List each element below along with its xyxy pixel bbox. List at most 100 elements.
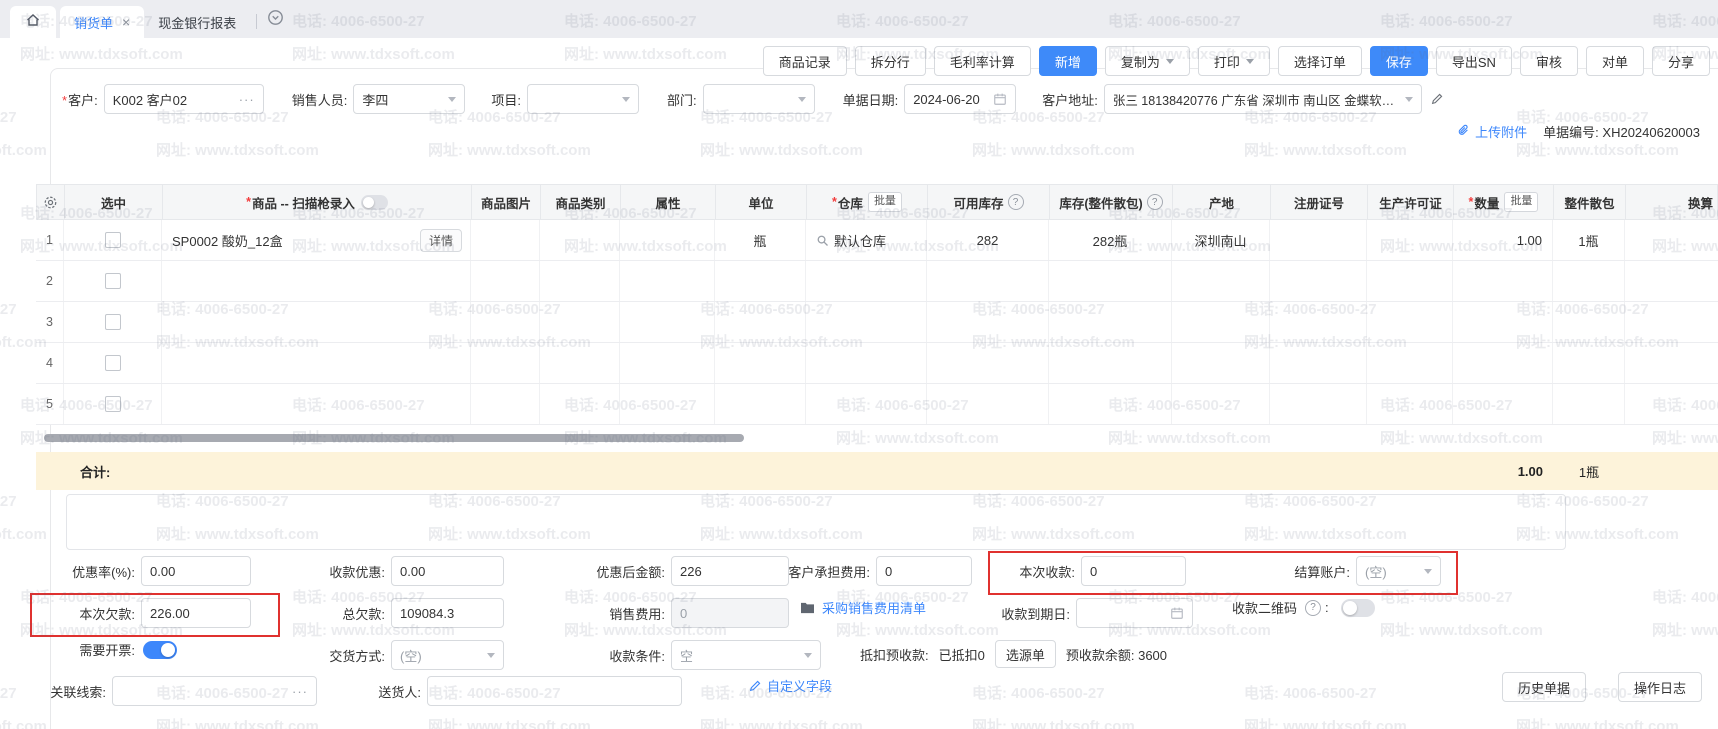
total-label: 合计:	[64, 462, 162, 481]
toolbar-button-11[interactable]: 分享	[1652, 46, 1710, 76]
ellipsis-picker-icon[interactable]: ···	[233, 92, 255, 107]
customer-input[interactable]: K002 客户02 ···	[104, 84, 264, 114]
pencil-icon	[748, 679, 762, 693]
delivery-select[interactable]: (空)	[391, 640, 504, 670]
calendar-icon[interactable]	[993, 92, 1007, 106]
close-icon[interactable]: ×	[122, 15, 130, 29]
horizontal-scrollbar[interactable]	[44, 434, 744, 442]
toolbar-button-10[interactable]: 对单	[1586, 46, 1644, 76]
collect-terms-select[interactable]: 空	[671, 640, 821, 670]
required-mark: *	[832, 195, 837, 209]
bill-date-label: 单据日期:	[843, 90, 899, 109]
collect-discount-field: 收款优惠: 0.00	[285, 556, 504, 586]
scan-gun-toggle[interactable]	[361, 195, 388, 210]
row-checkbox[interactable]	[105, 355, 121, 371]
collect-due-input[interactable]	[1076, 598, 1193, 628]
cell-conv	[1625, 261, 1718, 301]
cell-check	[64, 220, 162, 260]
gear-icon[interactable]	[43, 195, 58, 210]
after-discount-label: 优惠后金额:	[545, 562, 665, 581]
cell-qty	[1453, 343, 1553, 383]
footer-row-3: 需要开票: 交货方式: (空) 收款条件: 空 抵扣预收款: 已抵扣0 选源单 …	[0, 640, 1718, 672]
discount-rate-label: 优惠率(%):	[30, 562, 135, 581]
help-icon[interactable]: ?	[1008, 194, 1024, 210]
collect-terms-field: 收款条件: 空	[545, 640, 821, 670]
folder-icon[interactable]	[800, 601, 815, 614]
footer-row-1: 优惠率(%): 0.00 收款优惠: 0.00 优惠后金额: 226 客户承担费…	[0, 556, 1718, 588]
cell-origin	[1172, 384, 1270, 424]
cell-pack: 1瓶	[1553, 220, 1625, 260]
toolbar-button-7[interactable]: 保存	[1370, 46, 1428, 76]
need-invoice-field: 需要开票:	[30, 640, 177, 659]
salesperson-select[interactable]: 李四	[353, 84, 465, 114]
colon: :	[1325, 600, 1329, 615]
toolbar-button-4[interactable]: 复制为	[1105, 46, 1190, 76]
home-button[interactable]	[10, 6, 56, 38]
toolbar-button-0[interactable]: 商品记录	[763, 46, 847, 76]
column-header-attr: 属性	[621, 185, 716, 219]
cell-qty: 1.00	[1453, 220, 1553, 260]
need-invoice-toggle[interactable]	[143, 641, 177, 659]
history-button[interactable]: 历史单据	[1502, 672, 1586, 702]
project-label: 项目:	[491, 90, 521, 109]
cell-wh	[806, 343, 927, 383]
cell-product	[162, 302, 471, 342]
current-collect-input[interactable]: 0	[1081, 556, 1186, 586]
toolbar-button-label: 选择订单	[1294, 52, 1346, 71]
help-icon[interactable]: ?	[1305, 600, 1321, 616]
cell-lic	[1367, 384, 1453, 424]
row-checkbox[interactable]	[105, 396, 121, 412]
collect-qr-toggle[interactable]	[1341, 599, 1375, 617]
remark-box[interactable]	[66, 494, 1566, 550]
customer-fee-field: 客户承担费用: 0	[735, 556, 972, 586]
deliverer-input[interactable]	[427, 676, 682, 706]
toolbar-button-2[interactable]: 毛利率计算	[934, 46, 1031, 76]
row-checkbox[interactable]	[105, 273, 121, 289]
log-button[interactable]: 操作日志	[1618, 672, 1702, 702]
bill-date-input[interactable]: 2024-06-20	[904, 84, 1016, 114]
total-pack: 1瓶	[1553, 462, 1625, 481]
batch-badge-button[interactable]: 批量	[868, 192, 902, 212]
ellipsis-picker-icon[interactable]: ···	[286, 684, 308, 699]
customer-fee-input[interactable]: 0	[876, 556, 972, 586]
toolbar-button-5[interactable]: 打印	[1198, 46, 1270, 76]
discount-rate-input[interactable]: 0.00	[141, 556, 251, 586]
column-header-product: *商品 -- 扫描枪录入	[163, 185, 472, 219]
tab-sales-order[interactable]: 销货单 ×	[60, 6, 144, 38]
cell-reg	[1270, 261, 1367, 301]
search-icon[interactable]	[816, 234, 829, 247]
toolbar-button-label: 导出SN	[1452, 52, 1496, 71]
project-select[interactable]	[527, 84, 639, 114]
settle-account-select[interactable]: (空)	[1356, 556, 1441, 586]
edit-address-pencil-icon[interactable]	[1430, 92, 1444, 106]
toolbar-button-1[interactable]: 拆分行	[855, 46, 926, 76]
current-debt-input[interactable]: 226.00	[141, 598, 251, 628]
cell-origin	[1172, 261, 1270, 301]
column-header-no	[37, 185, 65, 219]
detail-button[interactable]: 详情	[420, 229, 462, 252]
toolbar-button-6[interactable]: 选择订单	[1278, 46, 1362, 76]
tab-list-button[interactable]	[267, 9, 284, 31]
cell-stock: 282瓶	[1049, 220, 1172, 260]
current-collect-label: 本次收款:	[1000, 562, 1075, 581]
help-icon[interactable]: ?	[1147, 194, 1163, 210]
row-checkbox[interactable]	[105, 232, 121, 248]
tab-cash-bank-report[interactable]: 现金银行报表	[144, 6, 250, 38]
department-select[interactable]	[703, 84, 815, 114]
calendar-icon[interactable]	[1170, 606, 1184, 620]
toolbar-button-9[interactable]: 审核	[1520, 46, 1578, 76]
total-debt-input[interactable]: 109084.3	[391, 598, 504, 628]
row-checkbox[interactable]	[105, 314, 121, 330]
select-source-button[interactable]: 选源单	[995, 640, 1056, 668]
upload-attachment-link[interactable]: 上传附件	[1457, 122, 1527, 141]
chevron-down-icon	[1166, 59, 1174, 68]
collect-discount-input[interactable]: 0.00	[391, 556, 504, 586]
custom-fields-link[interactable]: 自定义字段	[767, 676, 832, 695]
related-lead-input[interactable]: ···	[112, 676, 317, 706]
toolbar-button-3[interactable]: 新增	[1039, 46, 1097, 76]
customer-address-select[interactable]: 张三 18138420776 广东省 深圳市 南山区 金蝶软件园	[1104, 84, 1422, 114]
batch-badge-button[interactable]: 批量	[1504, 192, 1538, 212]
department-field: 部门:	[667, 84, 815, 114]
toolbar-button-8[interactable]: 导出SN	[1436, 46, 1512, 76]
row-number: 4	[46, 356, 53, 370]
